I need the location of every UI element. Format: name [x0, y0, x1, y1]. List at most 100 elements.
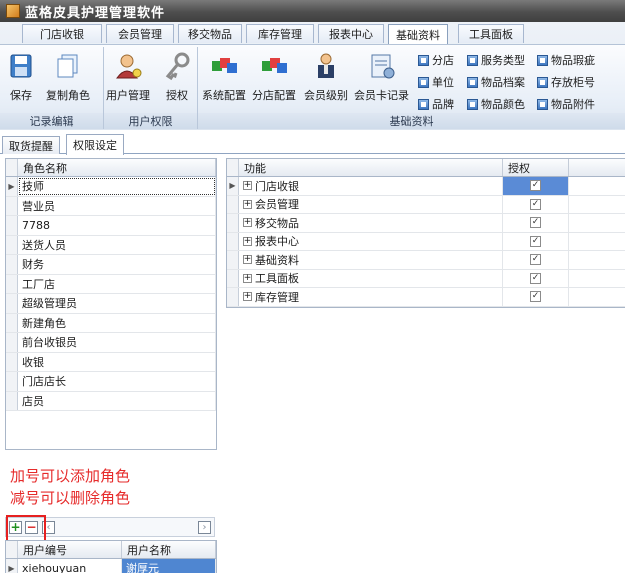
role-name-cell[interactable]: 送货人员 [18, 235, 216, 254]
person-icon [311, 51, 341, 81]
role-name-cell[interactable]: 7788 [18, 216, 216, 235]
authorize-checkbox[interactable]: ✓ [530, 198, 541, 210]
tab-basic-data[interactable]: 基础资料 [388, 24, 448, 45]
tab-transfer-items[interactable]: 移交物品 [178, 24, 242, 43]
table-row[interactable]: 门店店长 [6, 372, 216, 392]
branch-button[interactable]: 分店 [418, 52, 454, 68]
brand-button[interactable]: 品牌 [418, 96, 454, 112]
key-icon [162, 51, 192, 81]
grid-icon [537, 76, 548, 88]
tab-tools[interactable]: 工具面板 [458, 24, 524, 43]
function-name: 报表中心 [255, 235, 299, 249]
function-column-header[interactable]: 功能 [239, 159, 503, 176]
authorize-cell[interactable]: ✓ [503, 177, 569, 195]
table-row[interactable]: 前台收银员 [6, 333, 216, 353]
table-row[interactable]: + 库存管理 ✓ [227, 288, 625, 307]
user-name-column-header[interactable]: 用户名称 [122, 541, 216, 558]
role-name-column-header[interactable]: 角色名称 [18, 159, 216, 176]
role-name-cell[interactable]: 门店店长 [18, 372, 216, 391]
scroll-right-icon[interactable]: › [198, 520, 211, 534]
authorize-checkbox[interactable]: ✓ [530, 272, 541, 284]
role-name-cell[interactable]: 超级管理员 [18, 294, 216, 313]
table-row[interactable]: 7788 [6, 216, 216, 236]
member-card-record-button[interactable]: 会员卡记录 [354, 51, 409, 103]
tab-pickup-reminder[interactable]: 取货提醒 [2, 136, 60, 154]
table-row[interactable]: + 基础资料 ✓ [227, 251, 625, 270]
authorize-column-header[interactable]: 授权 [503, 159, 569, 176]
storage-cabinet-button[interactable]: 存放柜号 [537, 74, 595, 90]
authorize-checkbox[interactable]: ✓ [530, 217, 541, 229]
expand-icon[interactable]: + [243, 199, 252, 209]
table-row[interactable]: + 报表中心 ✓ [227, 232, 625, 251]
table-row[interactable]: 超级管理员 [6, 294, 216, 314]
copy-role-button[interactable]: 复制角色 [46, 51, 90, 103]
user-management-button[interactable]: 用户管理 [106, 51, 150, 103]
role-name-cell[interactable]: 新建角色 [18, 313, 216, 332]
service-type-button[interactable]: 服务类型 [467, 52, 525, 68]
table-row[interactable]: 收银 [6, 352, 216, 372]
user-name-cell[interactable]: 谢厚元 [122, 559, 216, 573]
function-cell[interactable]: + 会员管理 [239, 195, 503, 213]
authorize-cell[interactable]: ✓ [503, 214, 569, 232]
table-row[interactable]: 工厂店 [6, 274, 216, 294]
expand-icon[interactable]: + [243, 255, 252, 265]
table-row[interactable]: ▶ xiehouyuan 谢厚元 [6, 559, 216, 573]
table-row[interactable]: 营业员 [6, 196, 216, 216]
role-name-cell[interactable]: 收银 [18, 352, 216, 371]
expand-icon[interactable]: + [243, 218, 252, 228]
functions-grid-header: 功能 授权 [227, 159, 625, 177]
authorize-cell[interactable]: ✓ [503, 195, 569, 213]
authorize-cell[interactable]: ✓ [503, 288, 569, 306]
tab-inventory[interactable]: 库存管理 [246, 24, 314, 43]
authorize-checkbox[interactable]: ✓ [530, 254, 541, 266]
tab-permission-settings[interactable]: 权限设定 [66, 134, 124, 155]
system-config-button[interactable]: 系统配置 [202, 51, 246, 103]
unit-button[interactable]: 单位 [418, 74, 454, 90]
user-code-cell[interactable]: xiehouyuan [18, 559, 122, 573]
save-button[interactable]: 保存 [6, 51, 36, 103]
table-row[interactable]: ▶ + 门店收银 ✓ [227, 177, 625, 196]
expand-icon[interactable]: + [243, 181, 252, 191]
table-row[interactable]: ▶ 技师 [6, 177, 216, 197]
function-cell[interactable]: + 移交物品 [239, 214, 503, 232]
authorize-checkbox[interactable]: ✓ [530, 235, 541, 247]
function-cell[interactable]: + 工具面板 [239, 269, 503, 287]
user-code-column-header[interactable]: 用户编号 [18, 541, 122, 558]
authorize-checkbox[interactable]: ✓ [530, 180, 541, 192]
expand-icon[interactable]: + [243, 236, 252, 246]
authorize-button[interactable]: 授权 [162, 51, 192, 103]
table-row[interactable]: 送货人员 [6, 235, 216, 255]
item-archive-button[interactable]: 物品档案 [467, 74, 525, 90]
table-row[interactable]: 店员 [6, 391, 216, 411]
item-color-button[interactable]: 物品颜色 [467, 96, 525, 112]
branch-config-button[interactable]: 分店配置 [252, 51, 296, 103]
table-row[interactable]: 新建角色 [6, 313, 216, 333]
function-cell[interactable]: + 库存管理 [239, 288, 503, 306]
function-name: 门店收银 [255, 179, 299, 193]
role-name-cell[interactable]: 店员 [18, 391, 216, 410]
tab-store-cashier[interactable]: 门店收银 [22, 24, 102, 43]
authorize-cell[interactable]: ✓ [503, 232, 569, 250]
member-level-button[interactable]: 会员级别 [304, 51, 348, 103]
table-row[interactable]: + 移交物品 ✓ [227, 214, 625, 233]
role-name-cell[interactable]: 财务 [18, 255, 216, 274]
authorize-cell[interactable]: ✓ [503, 251, 569, 269]
role-name-cell[interactable]: 营业员 [18, 196, 216, 215]
item-defect-button[interactable]: 物品瑕疵 [537, 52, 595, 68]
function-cell[interactable]: + 基础资料 [239, 251, 503, 269]
authorize-cell[interactable]: ✓ [503, 269, 569, 287]
role-name-cell[interactable]: 技师 [18, 177, 216, 196]
tab-reports[interactable]: 报表中心 [318, 24, 384, 43]
function-cell[interactable]: + 门店收银 [239, 177, 503, 195]
table-row[interactable]: + 会员管理 ✓ [227, 195, 625, 214]
expand-icon[interactable]: + [243, 273, 252, 283]
table-row[interactable]: 财务 [6, 255, 216, 275]
tab-member[interactable]: 会员管理 [106, 24, 174, 43]
function-cell[interactable]: + 报表中心 [239, 232, 503, 250]
role-name-cell[interactable]: 前台收银员 [18, 333, 216, 352]
table-row[interactable]: + 工具面板 ✓ [227, 269, 625, 288]
role-name-cell[interactable]: 工厂店 [18, 274, 216, 293]
expand-icon[interactable]: + [243, 292, 252, 302]
item-accessory-button[interactable]: 物品附件 [537, 96, 595, 112]
authorize-checkbox[interactable]: ✓ [530, 291, 541, 303]
